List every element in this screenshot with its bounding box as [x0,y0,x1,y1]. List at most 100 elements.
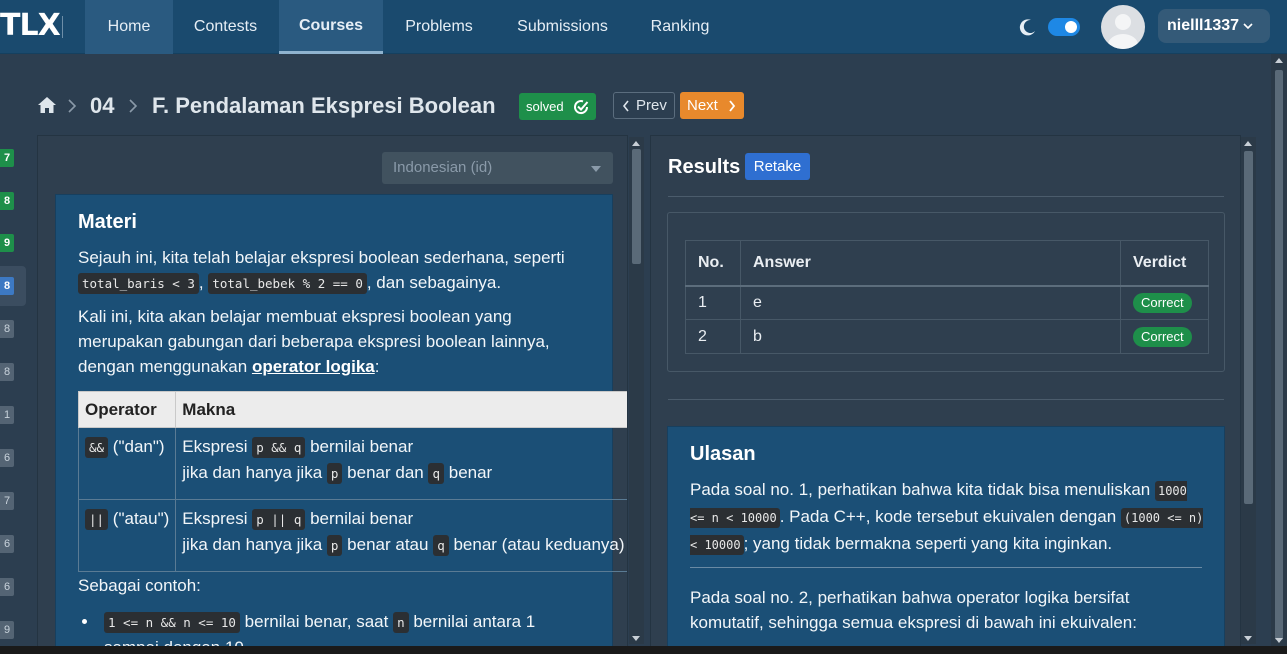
chevron-right-icon [68,99,77,113]
text: bernilai benar, saat [244,612,389,631]
nav-contests[interactable]: Contests [173,0,278,54]
scroll-up-icon[interactable] [632,141,640,146]
text: ; yang tidak bermakna seperti yang kita … [743,534,1113,553]
user-silhouette-icon [1108,14,1138,49]
lesson-scrollbar[interactable] [629,137,644,644]
scroll-up-icon[interactable] [1275,58,1283,63]
inline-code: q [428,463,444,484]
text: jika dan hanya jika [182,535,323,554]
caret-down-icon [591,166,601,172]
inline-code: n [393,612,409,633]
chevron-right-icon [729,100,736,112]
text: benar atau [347,535,429,554]
results-heading: Results [668,156,741,178]
nav-courses[interactable]: Courses [279,0,383,54]
scroll-down-icon[interactable] [632,636,640,641]
sidebar-item-badge[interactable]: 1 [0,406,14,424]
sidebar-item-badge[interactable]: 8 [0,363,14,381]
check-circle-icon [574,100,589,115]
prev-button[interactable]: Prev [613,92,675,119]
page-scrollbar[interactable] [1271,54,1287,646]
sidebar-item-badge[interactable]: 9 [0,621,14,639]
sidebar-item-badge[interactable]: 8 [0,277,14,295]
sidebar-item-badge[interactable]: 7 [0,149,14,167]
sidebar-item-badge[interactable]: 9 [0,234,14,252]
inline-code: || [85,509,109,530]
sidebar-item-badge[interactable]: 6 [0,449,14,467]
table-row: || ("atau") Ekspresi p || q bernilai ben… [77,499,627,572]
text: , dan sebagainya. [366,273,502,292]
inline-code: p && q [252,437,306,458]
review-heading: Ulasan [690,443,756,465]
inline-code: && [85,437,109,458]
prev-label: Prev [636,97,667,114]
dark-mode-toggle[interactable] [1048,18,1080,36]
language-select[interactable]: Indonesian (id) [382,152,613,184]
inline-code: p [326,535,343,556]
table-row: 1 e Correct [685,285,1209,320]
text: Pada soal no. 1, perhatikan bahwa kita t… [690,480,1151,499]
text: bernilai antara 1 [413,612,536,631]
review-paragraph: Pada soal no. 1, perhatikan bahwa kita t… [690,477,1205,558]
divider [668,196,1224,197]
inline-code: p [326,463,343,484]
cell-no: 1 [685,285,741,320]
text: Ekspresi [182,509,248,528]
breadcrumb-chapter[interactable]: 04 [90,93,114,119]
language-select-value: Indonesian (id) [393,159,493,176]
next-label: Next [687,97,718,114]
inline-code: 1 <= n && n <= 10 [104,612,240,633]
home-icon[interactable] [37,95,57,115]
sidebar-item-badge[interactable]: 6 [0,578,14,596]
text: Ekspresi [182,437,248,456]
scroll-up-icon[interactable] [1244,141,1252,146]
next-button[interactable]: Next [680,92,744,119]
os-taskbar [0,646,1287,654]
sidebar-item-badge[interactable]: 8 [0,320,14,338]
cell-answer: b [740,319,1121,354]
brand-divider [62,16,63,38]
scroll-thumb[interactable] [632,149,641,264]
verdict-badge: Correct [1133,326,1192,347]
bullet-icon [82,619,87,624]
lesson-panel: Indonesian (id) Materi Sejauh ini, kita … [37,135,628,654]
text: ("atau") [112,509,170,528]
status-badge: solved [519,93,596,120]
scroll-thumb[interactable] [1275,70,1283,640]
nav-problems[interactable]: Problems [389,0,489,54]
cell-answer: e [740,285,1121,320]
scroll-down-icon[interactable] [1275,638,1283,643]
results-scrollbar[interactable] [1241,137,1256,644]
inline-code: p || q [252,509,306,530]
table-header: Verdict [1120,240,1209,287]
nav-home[interactable]: Home [85,0,173,54]
nav-submissions[interactable]: Submissions [505,0,620,54]
sidebar-item-badge[interactable]: 6 [0,535,14,553]
text: : [374,357,380,376]
retake-button[interactable]: Retake [745,153,810,180]
avatar[interactable] [1101,5,1145,49]
inline-code: q [433,535,449,556]
inline-code: total_baris < 3 [78,273,199,294]
lesson-paragraph: Kali ini, kita akan belajar membuat eksp… [78,304,598,379]
text: jika dan hanya jika [182,463,323,482]
text: benar dan [347,463,424,482]
text: ("dan") [112,437,165,456]
cell-no: 2 [685,319,741,354]
chevron-right-icon [129,99,138,113]
lesson-content: Materi Sejauh ini, kita telah belajar ek… [55,194,627,653]
brand-logo[interactable]: TLX [0,8,61,43]
table-row: && ("dan") Ekspresi p && q bernilai bena… [77,427,627,500]
operator-logika-link[interactable]: operator logika [252,357,375,376]
nav-ranking[interactable]: Ranking [640,0,720,54]
divider [668,399,1224,400]
text: bernilai benar [310,437,414,456]
sidebar-item-badge[interactable]: 8 [0,192,14,210]
scroll-down-icon[interactable] [1244,636,1252,641]
top-navbar: TLX Home Contests Courses Problems Submi… [0,0,1287,54]
text: bernilai benar [310,509,414,528]
verdict-badge: Correct [1133,292,1192,313]
sidebar-item-badge[interactable]: 7 [0,492,14,510]
user-menu-button[interactable]: nielll1337 [1158,9,1270,43]
scroll-thumb[interactable] [1244,151,1253,504]
